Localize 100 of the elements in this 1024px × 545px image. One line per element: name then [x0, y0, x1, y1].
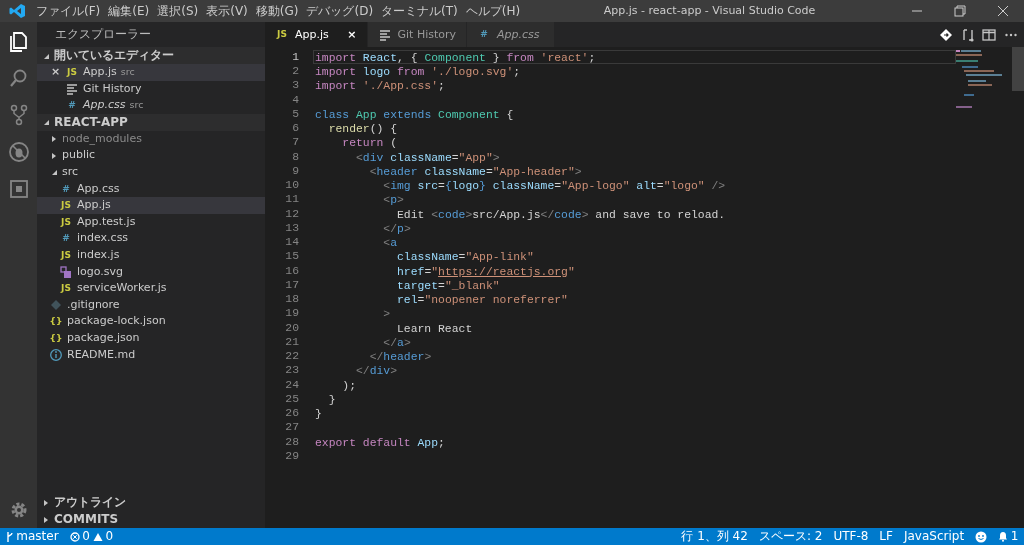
file-type-icon: JS: [59, 213, 73, 231]
smiley-icon[interactable]: [975, 530, 988, 543]
expanded-icon: [44, 52, 49, 59]
language-indicator[interactable]: JavaScript: [903, 528, 965, 545]
file-type-icon: #: [477, 22, 492, 47]
file-item[interactable]: JS index.js: [37, 246, 265, 264]
line-number: 18: [284, 292, 299, 307]
file-type-icon: JS: [59, 197, 73, 214]
expanded-icon: [44, 119, 49, 126]
diamond-arrow-icon[interactable]: [938, 26, 954, 43]
code-line: <img src={logo} className="App-logo" alt="logo" />: [382, 180, 726, 192]
folder-item[interactable]: node_modules: [37, 130, 265, 148]
editor-tab[interactable]: # App.css: [467, 22, 556, 47]
file-item[interactable]: # App.css: [37, 180, 265, 198]
menu-item[interactable]: 編集(E): [104, 0, 154, 22]
code-line: render() {: [327, 123, 398, 135]
warning-icon: [92, 531, 103, 542]
code-line: </a>: [382, 336, 411, 349]
open-editor-item[interactable]: × JS App.js src: [37, 64, 265, 81]
code-line: <a: [382, 237, 398, 249]
code-line: return (: [341, 137, 398, 150]
line-number: 28: [284, 434, 299, 449]
indentation-indicator[interactable]: スペース: 2: [758, 528, 823, 545]
error-icon: [69, 531, 80, 542]
line-number: 26: [284, 406, 299, 421]
line-number: 9: [291, 163, 299, 178]
menu-item[interactable]: 表示(V): [202, 0, 252, 22]
encoding-indicator[interactable]: UTF-8: [833, 528, 869, 545]
menu-item[interactable]: ヘルプ(H): [461, 0, 525, 22]
file-type-icon: JS: [59, 246, 73, 264]
code-line: }: [315, 408, 322, 420]
menu-item[interactable]: ターミナル(T): [377, 0, 462, 22]
section-header[interactable]: 開いているエディター: [37, 47, 265, 64]
file-type-icon: JS: [65, 64, 79, 81]
line-number: 21: [284, 334, 299, 349]
line-ending-indicator[interactable]: LF: [879, 528, 893, 545]
scrollbar-thumb[interactable]: [1012, 47, 1024, 91]
file-item[interactable]: logo.svg: [37, 263, 265, 281]
open-editor-item[interactable]: # App.css src: [37, 97, 265, 114]
file-type-icon: {}: [49, 313, 63, 330]
file-item[interactable]: .gitignore: [37, 296, 265, 314]
line-number: 3: [291, 78, 299, 93]
line-number: 24: [284, 377, 299, 392]
line-number: 22: [284, 349, 299, 364]
collapsed-icon: [52, 152, 57, 159]
code-line: export default App;: [315, 436, 445, 449]
menu-item[interactable]: 選択(S): [153, 0, 203, 22]
file-item[interactable]: README.md: [37, 346, 265, 364]
file-type-icon: #: [59, 230, 73, 247]
line-number: 7: [291, 135, 299, 150]
code-line: }: [327, 393, 336, 406]
file-item[interactable]: JS App.test.js: [37, 213, 265, 231]
section-header[interactable]: COMMITS: [37, 511, 265, 528]
section-header[interactable]: アウトライン: [37, 494, 265, 511]
file-type-icon: #: [65, 97, 79, 114]
line-number: 15: [284, 249, 299, 264]
minimap-drawing[interactable]: [956, 49, 1004, 108]
collapsed-icon: [52, 136, 57, 143]
branch-indicator[interactable]: master: [5, 528, 59, 545]
line-number: 14: [284, 235, 299, 250]
problems-indicator[interactable]: 0 0: [69, 528, 114, 545]
menu-item[interactable]: ファイル(F): [32, 0, 105, 22]
line-number: 8: [291, 149, 299, 164]
code-line: href="https://reactjs.org": [396, 265, 575, 278]
section-header[interactable]: REACT-APP: [37, 113, 265, 131]
code-line: >: [382, 308, 391, 321]
line-number: 23: [284, 363, 299, 378]
sidebar-title: エクスプローラー: [54, 26, 152, 43]
collapsed-icon: [44, 516, 49, 523]
code-line: Learn React: [396, 322, 473, 335]
code-line: <p>: [382, 194, 404, 207]
editor-tab[interactable]: Git History: [367, 22, 468, 47]
line-number: 5: [291, 106, 299, 121]
notifications-indicator[interactable]: 1: [998, 528, 1019, 545]
open-editor-item[interactable]: Git History: [37, 80, 265, 98]
line-number: 29: [284, 448, 299, 463]
code-line: import React, { Component } from 'react';: [315, 51, 596, 64]
menu-item[interactable]: 移動(G): [251, 0, 303, 22]
code-line: );: [341, 379, 356, 392]
file-item[interactable]: {} package.json: [37, 329, 265, 347]
no-bug-icon[interactable]: [6, 139, 31, 164]
bell-icon: [998, 531, 1009, 542]
code-line: import './App.css';: [315, 80, 445, 93]
split-editor-icon[interactable]: [981, 26, 997, 43]
line-number: 20: [284, 320, 299, 335]
cursor-position[interactable]: 行 1、列 42: [681, 528, 748, 545]
file-item[interactable]: # index.css: [37, 230, 265, 247]
folder-item[interactable]: public: [37, 147, 265, 164]
folder-item[interactable]: src: [37, 163, 265, 181]
file-item[interactable]: JS App.js: [37, 197, 265, 214]
line-number: 2: [291, 64, 299, 79]
file-item[interactable]: {} package-lock.json: [37, 313, 265, 330]
editor-tab[interactable]: JS App.js ×: [265, 22, 368, 47]
file-item[interactable]: JS serviceWorker.js: [37, 280, 265, 297]
line-number: 19: [284, 306, 299, 321]
line-number: 1: [291, 49, 299, 64]
close-icon[interactable]: ×: [51, 64, 65, 81]
menu-item[interactable]: デバッグ(D): [302, 0, 378, 22]
code-line: </header>: [368, 351, 432, 363]
line-number: 17: [284, 277, 299, 292]
